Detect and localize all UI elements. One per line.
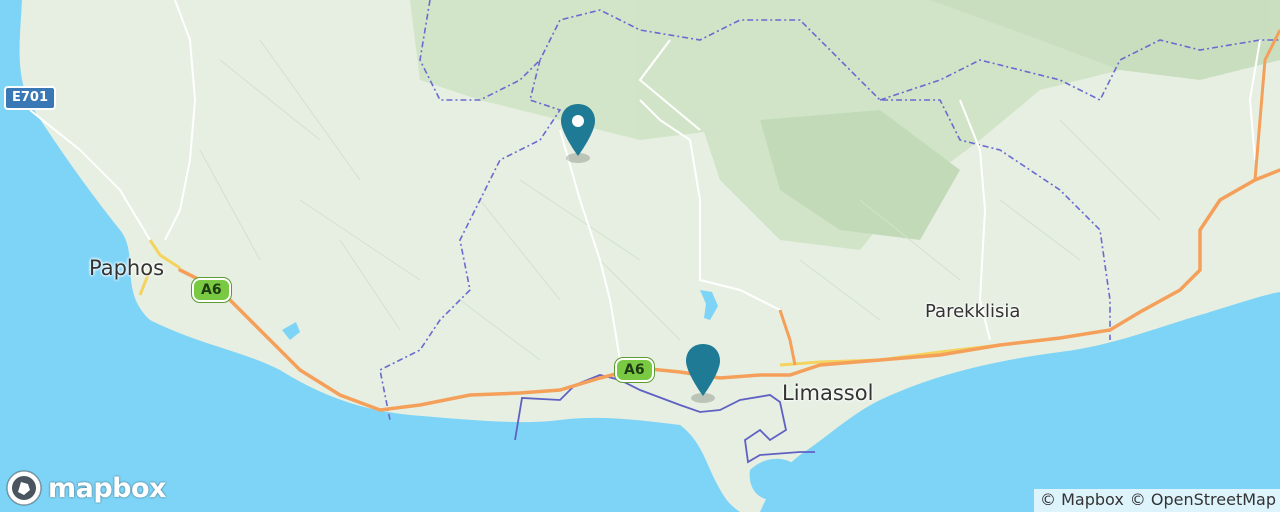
road-shield-a6-east-label: A6 (624, 362, 645, 378)
place-label-parekklisia[interactable]: Parekklisia (925, 301, 1020, 322)
place-label-paphos[interactable]: Paphos (89, 256, 164, 280)
map-view[interactable]: E701 A6 A6 Paphos Limassol Parekklisia m… (0, 0, 1280, 512)
road-shield-a6-west-label: A6 (201, 282, 222, 298)
map-canvas[interactable] (0, 0, 1280, 512)
mapbox-wordmark: mapbox (48, 472, 166, 504)
mapbox-logo[interactable]: mapbox (4, 468, 166, 508)
attribution-osm-link[interactable]: © OpenStreetMap (1130, 490, 1276, 509)
road-shield-e701-label: E701 (12, 90, 49, 105)
road-shield-e701: E701 (4, 86, 57, 110)
map-marker-1[interactable] (556, 100, 600, 164)
map-marker-2[interactable] (681, 340, 725, 404)
map-attribution: © Mapbox © OpenStreetMap (1034, 489, 1280, 512)
map-pin-icon (686, 344, 720, 403)
road-shield-a6-east: A6 (615, 358, 654, 382)
mapbox-logo-icon (6, 470, 42, 506)
map-pin-icon (561, 104, 595, 163)
place-label-limassol[interactable]: Limassol (782, 381, 873, 405)
road-shield-a6-west: A6 (192, 278, 231, 302)
attribution-mapbox-link[interactable]: © Mapbox (1040, 490, 1124, 509)
